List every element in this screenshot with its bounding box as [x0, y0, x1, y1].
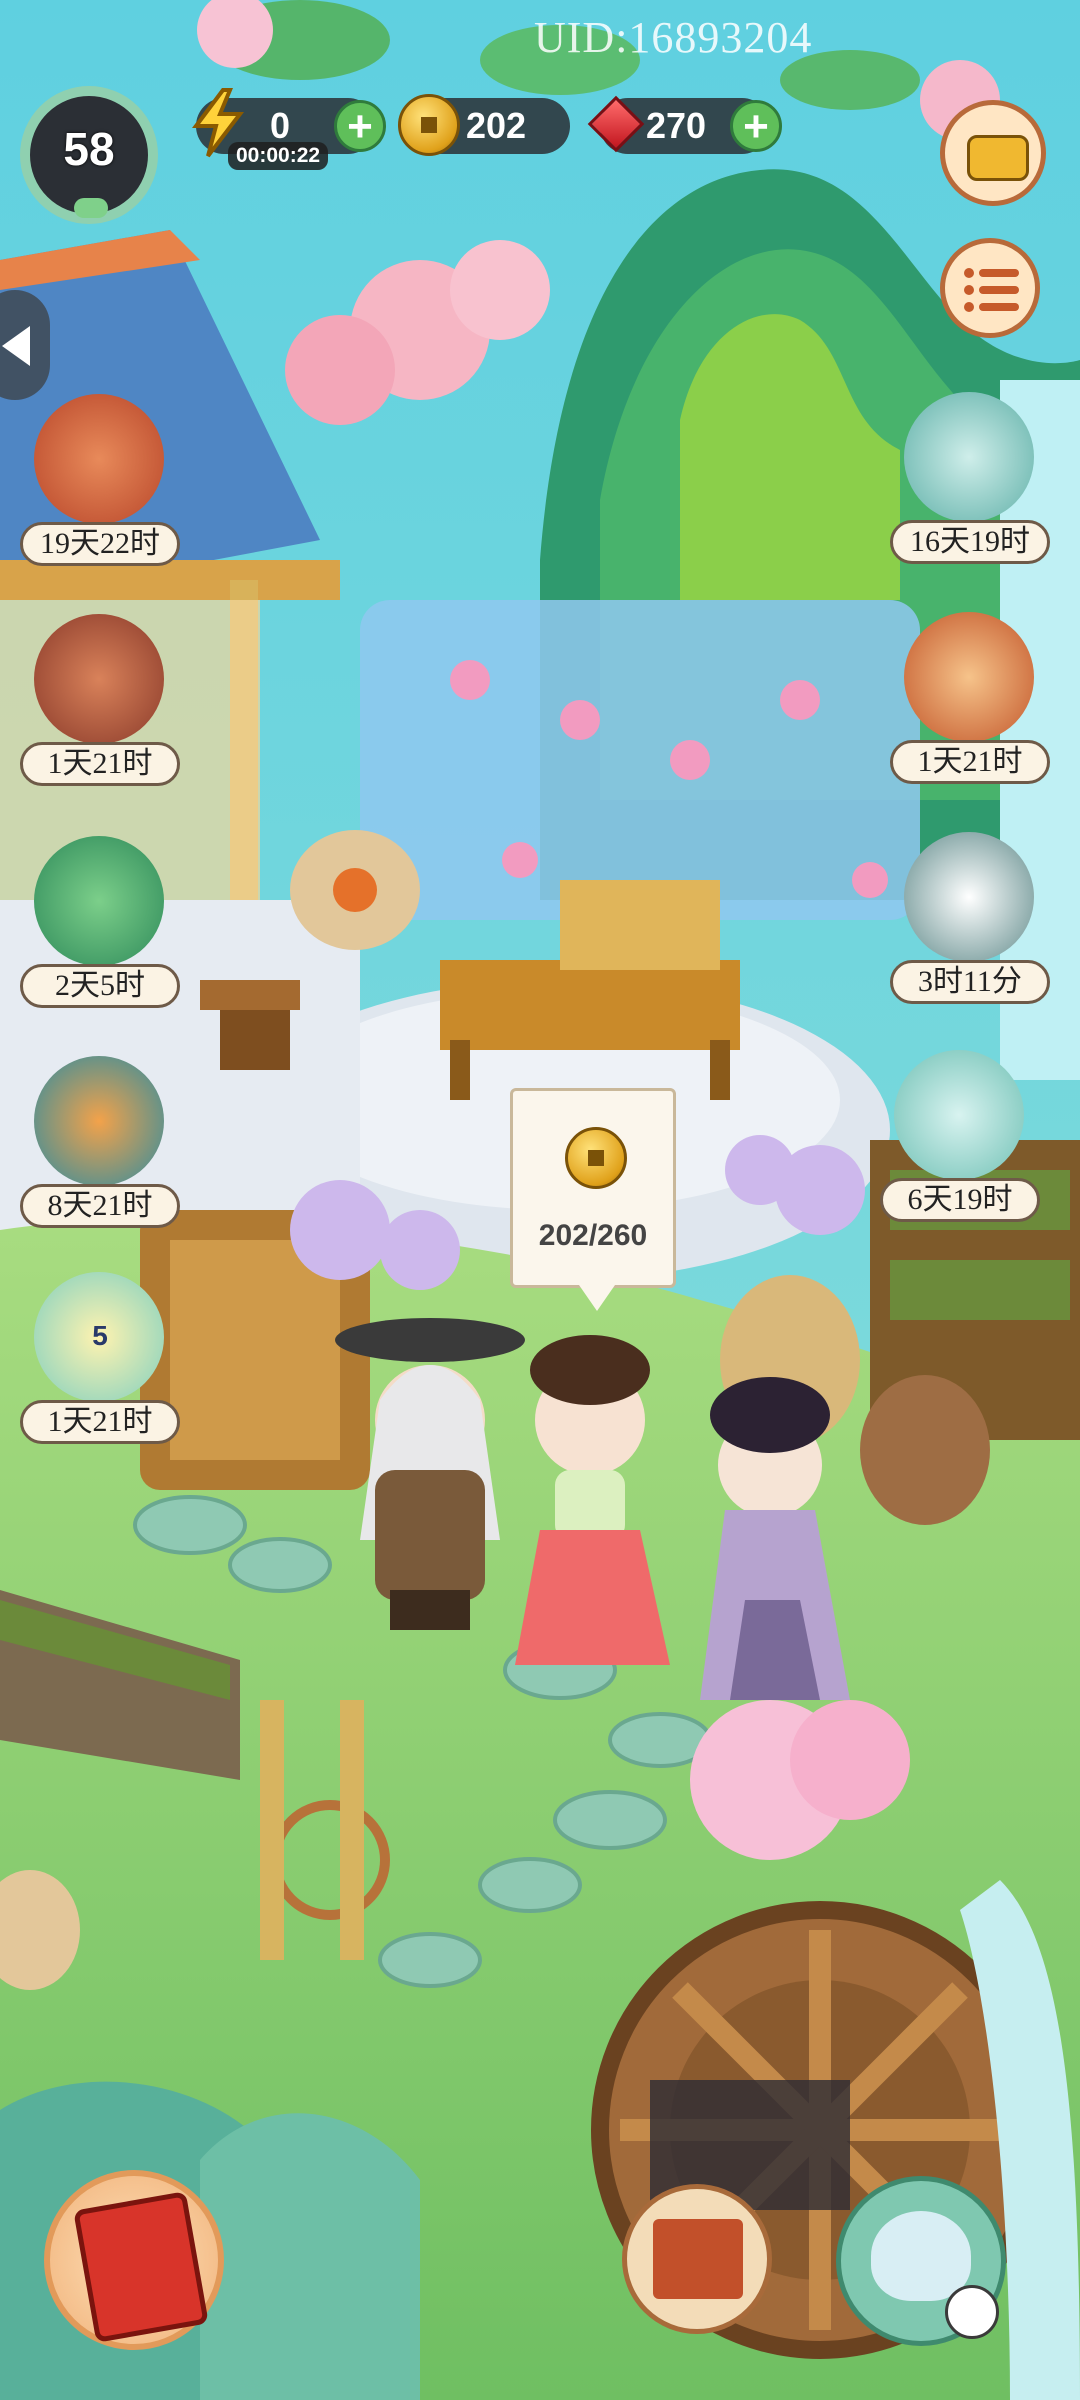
lightning-badge-icon	[945, 2285, 999, 2339]
red-book-icon	[73, 2191, 209, 2343]
energy-add-button[interactable]: +	[334, 100, 386, 152]
level-leaf-icon	[74, 198, 108, 218]
peacock-icon	[34, 1056, 164, 1186]
cat-dragon-icon	[904, 392, 1034, 522]
event-timer: 19天22时	[20, 522, 180, 566]
treasure-shop-button[interactable]	[940, 100, 1046, 206]
event-timer: 3时11分	[890, 960, 1050, 1004]
snow-mountain-icon	[904, 832, 1034, 962]
arrow-left-icon	[2, 326, 30, 366]
event-timer: 2天5时	[20, 964, 180, 1008]
energy-timer: 00:00:22	[228, 142, 329, 170]
player-level: 58	[63, 123, 115, 175]
event-cat-dragon[interactable]: 16天19时	[890, 392, 1050, 572]
calendar-gate-icon	[34, 836, 164, 966]
shop-stall-button[interactable]	[622, 2184, 772, 2334]
event-timer: 1天21时	[20, 1400, 180, 1444]
tea-house-button[interactable]	[836, 2176, 1006, 2346]
event-gift-cat[interactable]: 6天19时	[880, 1050, 1040, 1230]
event-teapot[interactable]: 1天21时	[20, 614, 180, 794]
event-timer: 1天21时	[20, 742, 180, 786]
bubble-tail	[579, 1285, 615, 1311]
gold-pot-icon	[967, 135, 1029, 181]
event-lotus[interactable]: 5 1天21时	[20, 1272, 180, 1452]
uid-label: UID:16893204	[534, 13, 813, 62]
coin-icon	[565, 1127, 627, 1189]
teapot-icon	[34, 614, 164, 744]
coin-value: 202	[466, 105, 527, 146]
event-cat-fan[interactable]: 1天21时	[890, 612, 1050, 792]
gem-value: 270	[646, 105, 707, 146]
event-timer: 6天19时	[880, 1178, 1040, 1222]
gift-cat-icon	[894, 1050, 1024, 1180]
event-timer: 1天21时	[890, 740, 1050, 784]
player-level-badge[interactable]: 58	[20, 86, 158, 224]
list-menu-icon	[963, 265, 1021, 315]
coin-icon	[398, 94, 460, 156]
event-calendar-gate[interactable]: 2天5时	[20, 836, 180, 1016]
gem-add-button[interactable]: +	[730, 100, 782, 152]
event-peacock[interactable]: 8天21时	[20, 1056, 180, 1236]
lotus-count-badge: 5	[92, 1320, 108, 1351]
stall-icon	[653, 2219, 743, 2299]
cat-fan-icon	[904, 612, 1034, 742]
event-timer: 16天19时	[890, 520, 1050, 564]
event-timer: 8天21时	[20, 1184, 180, 1228]
collapse-arrow-button[interactable]	[0, 290, 50, 400]
coin-collect-bubble[interactable]: 202/260	[510, 1088, 676, 1311]
event-book[interactable]: 19天22时	[20, 394, 180, 574]
journal-book-button[interactable]	[44, 2170, 224, 2350]
book-scroll-icon	[34, 394, 164, 524]
coin-progress: 202/260	[538, 1219, 648, 1252]
event-snow-mountain[interactable]: 3时11分	[890, 832, 1050, 1012]
teapot-rabbit-icon	[871, 2211, 971, 2301]
menu-button[interactable]	[940, 238, 1040, 338]
